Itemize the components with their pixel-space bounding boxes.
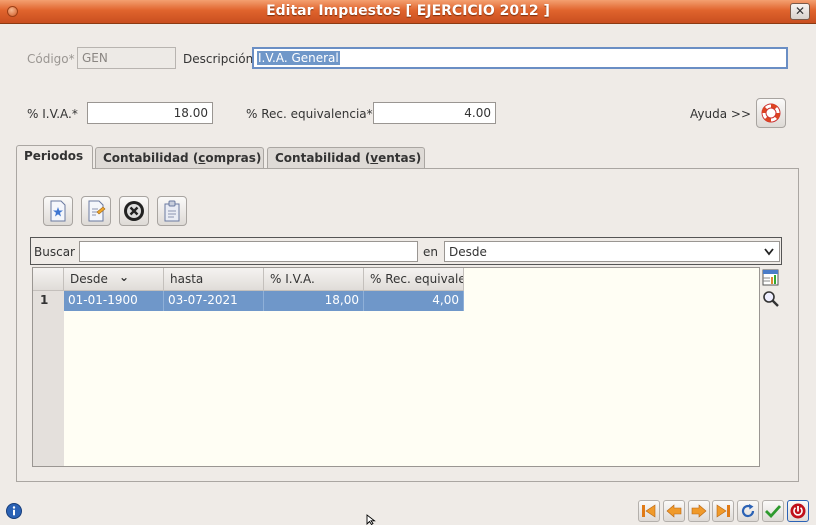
codigo-field: GEN: [77, 47, 176, 69]
codigo-label: Código*: [27, 52, 75, 66]
cell-hasta[interactable]: 03-07-2021: [164, 291, 264, 311]
help-button[interactable]: [756, 98, 786, 128]
delete-record-icon: [124, 201, 144, 221]
search-input[interactable]: [79, 241, 418, 262]
periodos-table: Desde ⌄ hasta % I.V.A. % Rec. equivale 1…: [32, 267, 760, 467]
search-bar: Buscar en Desde: [30, 237, 782, 265]
ayuda-label[interactable]: Ayuda >>: [690, 107, 751, 121]
rec-equivalencia-label: % Rec. equivalencia*: [246, 107, 373, 121]
cell-desde[interactable]: 01-01-1900: [64, 291, 164, 311]
info-icon: [6, 503, 22, 519]
cell-rec[interactable]: 4,00: [364, 291, 464, 311]
descripcion-field[interactable]: I.V.A. General: [252, 47, 788, 69]
view-record-button[interactable]: [157, 196, 187, 226]
cell-iva[interactable]: 18,00: [264, 291, 364, 311]
delete-record-button[interactable]: [119, 196, 149, 226]
view-record-icon: [164, 200, 180, 222]
last-record-icon: [716, 504, 730, 518]
descripcion-label: Descripción: [183, 52, 254, 66]
last-record-button[interactable]: [712, 500, 734, 522]
new-record-icon: [50, 200, 66, 222]
info-button[interactable]: [6, 503, 22, 519]
column-header-hasta[interactable]: hasta: [164, 268, 264, 291]
close-window-button[interactable]: ✕: [790, 3, 810, 20]
tab-contabilidad-compras[interactable]: Contabilidad (compras): [95, 147, 264, 169]
next-record-button[interactable]: [688, 500, 710, 522]
search-in-label: en: [423, 245, 438, 259]
search-field-selected: Desde: [449, 245, 487, 259]
previous-record-button[interactable]: [663, 500, 685, 522]
tab-compras-label-b: ompras): [205, 151, 262, 165]
corner-header-cell: [33, 268, 64, 291]
tab-ventas-label-b: entas): [378, 151, 422, 165]
magnifier-icon: [763, 291, 779, 307]
table-columns-icon: [762, 269, 779, 286]
accept-button[interactable]: [762, 500, 784, 522]
chevron-down-icon: [764, 248, 774, 256]
previous-record-icon: [666, 504, 682, 518]
iva-label: % I.V.A.*: [27, 107, 78, 121]
checkmark-icon: [765, 505, 781, 518]
refresh-icon: [741, 504, 755, 518]
cancel-button[interactable]: [787, 500, 809, 522]
lifebuoy-icon: [761, 103, 781, 123]
window-title: Editar Impuestos [ EJERCICIO 2012 ]: [266, 3, 550, 19]
descripcion-selected-text: I.V.A. General: [257, 51, 340, 65]
iva-field[interactable]: 18.00: [87, 102, 213, 124]
column-header-desde[interactable]: Desde ⌄: [64, 268, 164, 291]
refresh-button[interactable]: [737, 500, 759, 522]
tab-periodos[interactable]: Periodos: [16, 145, 93, 169]
edit-record-icon: [88, 200, 106, 222]
tab-ventas-mnemonic: v: [370, 151, 379, 165]
edit-record-button[interactable]: [81, 196, 111, 226]
search-field-select[interactable]: Desde: [444, 241, 780, 262]
search-label: Buscar: [34, 245, 75, 259]
first-record-icon: [642, 504, 656, 518]
column-header-desde-label: Desde: [70, 272, 108, 286]
new-record-button[interactable]: [43, 196, 73, 226]
row-number[interactable]: 1: [33, 291, 64, 311]
tab-contabilidad-ventas[interactable]: Contabilidad (ventas): [267, 147, 425, 169]
title-bar: Editar Impuestos [ EJERCICIO 2012 ] ✕: [0, 0, 816, 24]
first-record-button[interactable]: [638, 500, 660, 522]
power-icon: [790, 503, 806, 519]
sort-descending-icon: ⌄: [119, 270, 130, 284]
table-config-button[interactable]: [762, 269, 780, 287]
column-header-rec[interactable]: % Rec. equivale: [364, 268, 464, 291]
tab-compras-label-a: Contabilidad (: [103, 151, 199, 165]
next-record-icon: [691, 504, 707, 518]
mouse-cursor-icon: [366, 514, 376, 525]
tab-periodos-label: Periodos: [24, 149, 84, 163]
column-header-iva[interactable]: % I.V.A.: [264, 268, 364, 291]
rec-equivalencia-field[interactable]: 4.00: [373, 102, 496, 124]
tab-ventas-label-a: Contabilidad (: [275, 151, 371, 165]
table-search-button[interactable]: [762, 290, 780, 308]
